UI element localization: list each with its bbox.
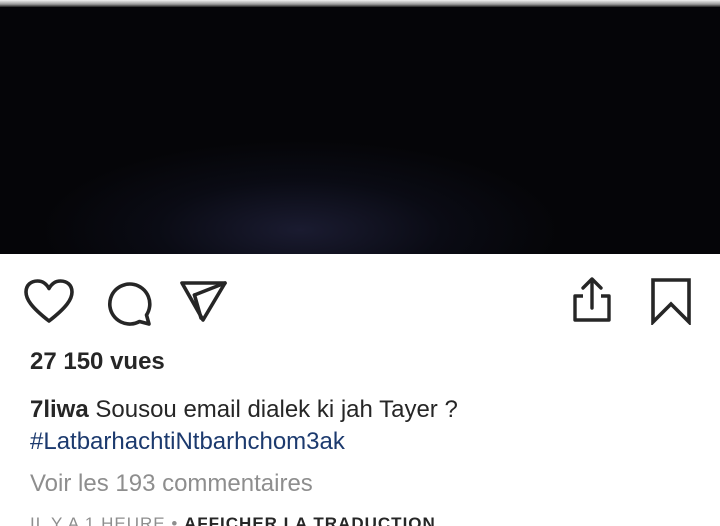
post-page: 27 150 vues 7liwa Sousou email dialek ki… [0, 0, 720, 526]
meta-separator: • [165, 514, 184, 526]
translate-link[interactable]: AFFICHER LA TRADUCTION [184, 514, 436, 526]
upload-share-button[interactable] [570, 276, 614, 324]
caption-text: Sousou email dialek ki jah Tayer ? [95, 396, 458, 423]
post-meta: IL Y A 1 HEURE • AFFICHER LA TRADUCTION [30, 514, 436, 526]
like-button[interactable] [24, 279, 74, 325]
comment-button[interactable] [103, 279, 153, 327]
heart-icon [24, 279, 74, 323]
share-button[interactable] [179, 279, 229, 323]
caption-username[interactable]: 7liwa [30, 396, 89, 423]
post-timestamp: IL Y A 1 HEURE [30, 514, 166, 526]
comment-icon [108, 282, 152, 326]
paper-plane-icon [180, 281, 227, 322]
share-upload-icon [573, 277, 611, 322]
caption-hashtag[interactable]: #LatbarhachtiNtbarhchom3ak [30, 428, 345, 455]
media-top-edge [0, 0, 720, 7]
view-comments-link[interactable]: Voir les 193 commentaires [30, 470, 313, 498]
video-media[interactable] [0, 0, 720, 254]
caption: 7liwa Sousou email dialek ki jah Tayer ?… [30, 394, 710, 458]
save-button[interactable] [650, 277, 692, 325]
action-bar [0, 254, 720, 344]
bookmark-icon [651, 278, 691, 325]
view-count[interactable]: 27 150 vues [30, 348, 165, 376]
